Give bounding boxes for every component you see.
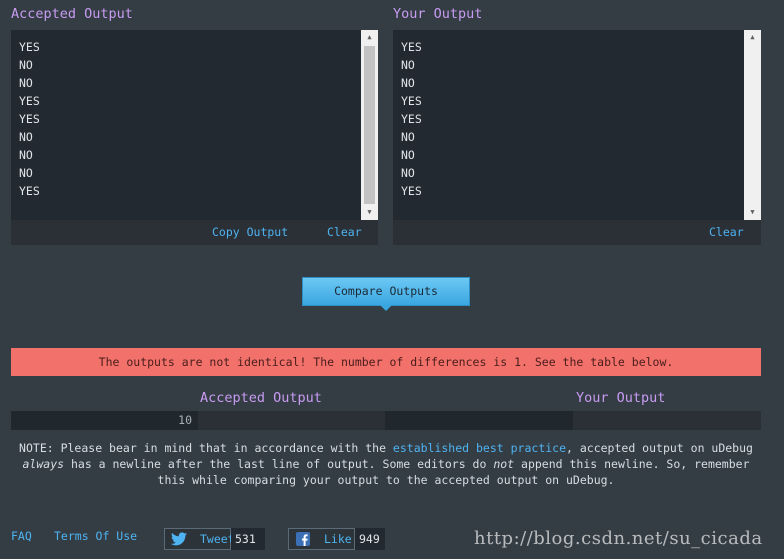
output-line: NO	[401, 58, 415, 72]
compare-outputs-button[interactable]: Compare Outputs	[302, 277, 470, 306]
output-line: NO	[19, 166, 33, 180]
output-line: YES	[401, 184, 422, 198]
newline-note: NOTE: Please bear in mind that in accord…	[11, 440, 761, 488]
note-emphasis: always	[22, 457, 65, 471]
diff-table-accepted-header: Accepted Output	[200, 390, 322, 406]
output-line: YES	[19, 94, 40, 108]
clear-accepted-button[interactable]: Clear	[327, 225, 362, 239]
diff-line-number: 10	[178, 413, 192, 427]
output-line: YES	[19, 112, 40, 126]
output-line: NO	[401, 130, 415, 144]
like-count: 949	[355, 528, 385, 550]
table-row: 10	[11, 411, 761, 430]
note-text: NOTE: Please bear in mind that in accord…	[19, 441, 393, 455]
output-line: NO	[19, 148, 33, 162]
faq-link[interactable]: FAQ	[11, 529, 32, 543]
diff-your-number-cell	[385, 411, 573, 430]
output-line: NO	[19, 130, 33, 144]
output-line: YES	[401, 112, 422, 126]
your-output-box: YES NO NO YES YES NO NO NO YES ▲ ▼ Clear	[393, 30, 761, 245]
note-emphasis: not	[493, 457, 515, 471]
blog-watermark: http://blog.csdn.net/su_cicada	[474, 528, 763, 549]
output-line: NO	[401, 76, 415, 90]
scroll-thumb[interactable]	[747, 46, 758, 204]
your-scrollbar[interactable]: ▲ ▼	[744, 30, 761, 220]
tweet-button[interactable]: Tweet	[164, 528, 235, 550]
output-line: YES	[19, 40, 40, 54]
output-line: YES	[19, 184, 40, 198]
scroll-down-icon[interactable]: ▼	[361, 205, 378, 220]
accepted-output-textarea[interactable]: YES NO NO YES YES NO NO NO YES	[11, 30, 361, 220]
note-text: has a newline after the last line of out…	[64, 457, 494, 471]
scroll-up-icon[interactable]: ▲	[744, 30, 761, 45]
accepted-output-box: YES NO NO YES YES NO NO NO YES ▲ ▼ Copy Output C…	[11, 30, 378, 245]
tweet-count: 531	[231, 528, 265, 550]
diff-line-number-cell: 10	[11, 411, 198, 430]
your-output-title: Your Output	[393, 6, 483, 22]
output-line: NO	[401, 148, 415, 162]
twitter-icon	[171, 532, 187, 546]
output-line: NO	[19, 58, 33, 72]
your-output-footer: Clear	[393, 220, 761, 245]
diff-table-your-header: Your Output	[576, 390, 666, 406]
accepted-output-title: Accepted Output	[11, 6, 133, 22]
scroll-down-icon[interactable]: ▼	[744, 205, 761, 220]
output-line: NO	[401, 166, 415, 180]
accepted-scrollbar[interactable]: ▲ ▼	[361, 30, 378, 220]
compare-button-pointer	[380, 305, 392, 311]
note-text: , accepted output on uDebug	[566, 441, 753, 455]
tweet-label: Tweet	[200, 532, 235, 546]
output-line: YES	[401, 94, 422, 108]
diff-accepted-cell	[198, 411, 385, 430]
like-button[interactable]: Like	[288, 528, 355, 550]
terms-of-use-link[interactable]: Terms Of Use	[54, 529, 137, 543]
scroll-up-icon[interactable]: ▲	[361, 30, 378, 45]
copy-output-button[interactable]: Copy Output	[212, 225, 288, 239]
best-practice-link[interactable]: established best practice	[393, 441, 566, 455]
clear-your-button[interactable]: Clear	[709, 225, 744, 239]
accepted-output-footer: Copy Output Clear	[11, 220, 378, 245]
your-output-textarea[interactable]: YES NO NO YES YES NO NO NO YES	[393, 30, 744, 220]
scroll-thumb[interactable]	[364, 46, 375, 204]
diff-your-cell	[573, 411, 761, 430]
output-line: NO	[19, 76, 33, 90]
difference-banner: The outputs are not identical! The numbe…	[11, 348, 761, 376]
output-line: YES	[401, 40, 422, 54]
facebook-icon	[296, 532, 310, 546]
like-label: Like	[324, 532, 352, 546]
